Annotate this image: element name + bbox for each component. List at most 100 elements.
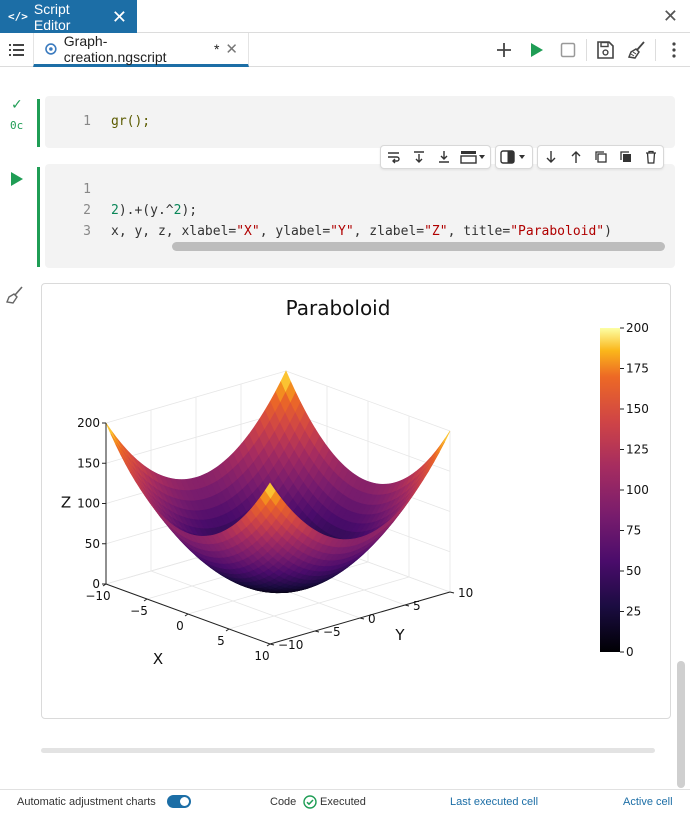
close-window-icon[interactable]: ✕ [663, 6, 678, 27]
y-tick-label: 5 [413, 599, 421, 613]
cell-output: Paraboloid −10 −5 0 5 10 −10 −5 0 5 10 0 50 100 150 20… [41, 283, 671, 719]
code-cell-2[interactable]: 1 2 2).+(y.^2); 3 x, y, z, xlabel="X", y… [45, 164, 675, 268]
code-cell-1[interactable]: 1 gr(); [45, 96, 675, 148]
x-tick [184, 613, 189, 617]
copy-cell-button[interactable] [588, 146, 613, 168]
colorbar [600, 328, 620, 652]
colorbar-tick-label: 50 [626, 564, 641, 578]
delete-cell-button[interactable] [638, 146, 663, 168]
auto-adjust-label: Automatic adjustment charts [17, 796, 156, 808]
colorbar-tick-label: 175 [626, 362, 649, 376]
y-tick [359, 617, 365, 620]
play-icon [531, 43, 543, 57]
code-icon: </> [8, 10, 28, 23]
download-button[interactable] [431, 146, 456, 168]
save-button[interactable] [589, 33, 621, 67]
clear-cell-output-icon[interactable] [5, 285, 25, 305]
kebab-menu-icon [672, 42, 676, 58]
code-line[interactable]: gr(); [111, 114, 150, 129]
x-tick [225, 628, 230, 632]
x-tick-label: 10 [254, 649, 269, 663]
colorbar-tick-label: 75 [626, 524, 641, 538]
surface-mesh [105, 370, 451, 594]
colorbar-tick-label: 25 [626, 605, 641, 619]
run-button[interactable] [520, 33, 552, 67]
editor-toolbar: Graph-creation.ngscript * ✕ [0, 33, 690, 67]
code-label: Code [270, 796, 297, 808]
executed-status: Executed [320, 796, 366, 808]
x-tick [143, 598, 148, 602]
close-tab-icon[interactable]: ✕ [112, 8, 127, 26]
vertical-scrollbar[interactable] [677, 661, 685, 788]
colorbar-tick-label: 100 [626, 483, 649, 497]
download-icon [438, 151, 449, 163]
file-tab[interactable]: Graph-creation.ngscript * ✕ [33, 33, 249, 67]
last-executed-cell-link[interactable]: Last executed cell [450, 796, 538, 808]
copy-icon [594, 151, 607, 163]
arrow-down-bar-icon [413, 151, 424, 163]
y-tick [269, 643, 275, 646]
x-tick [266, 643, 271, 647]
trash-icon [645, 150, 656, 164]
duplicate-cell-button[interactable] [613, 146, 638, 168]
add-cell-button[interactable] [488, 33, 520, 67]
surface-plot: −10−50510−10−50510050100150200XYZ 025507… [61, 321, 649, 668]
status-bar: Automatic adjustment charts Code Execute… [0, 789, 690, 813]
line-number: 1 [83, 182, 91, 197]
clear-output-button[interactable] [621, 33, 653, 67]
file-tab-label: Graph-creation.ngscript [63, 32, 167, 65]
run-below-button[interactable] [406, 146, 431, 168]
colorbar-tick-label: 200 [626, 321, 649, 335]
code-horizontal-scrollbar[interactable] [172, 242, 665, 251]
executed-check-icon [303, 795, 317, 809]
y-tick [314, 630, 320, 633]
y-tick [404, 604, 410, 607]
y-tick-label: −5 [323, 625, 341, 639]
cell-status-check-icon: ✓ [11, 96, 23, 112]
auto-adjust-toggle[interactable] [167, 795, 191, 808]
save-icon [597, 41, 614, 59]
run-cell-icon[interactable] [10, 171, 24, 187]
line-number: 2 [83, 203, 91, 218]
close-file-icon[interactable]: ✕ [225, 40, 238, 58]
cell-gutter-marker [37, 167, 40, 267]
z-tick-label: 100 [77, 497, 100, 511]
cell-layout-dropdown[interactable] [456, 146, 490, 168]
y-tick-label: 10 [458, 586, 473, 600]
colorbar-ticks: 0 25 50 75 100 125 150 175 200 [620, 321, 649, 659]
modified-indicator: * [213, 40, 220, 57]
code-line[interactable]: 2).+(y.^2); [111, 203, 197, 218]
code-line[interactable]: x, y, z, xlabel="X", ylabel="Y", zlabel=… [111, 224, 612, 239]
active-cell-link[interactable]: Active cell [623, 796, 673, 808]
theme-dropdown[interactable] [496, 146, 532, 168]
contrast-icon [500, 150, 525, 164]
wrap-icon [387, 152, 400, 164]
stop-button[interactable] [552, 33, 584, 67]
cell-execution-time: 0c [10, 119, 24, 132]
stop-icon [560, 42, 576, 58]
script-editor-tab[interactable]: </> Script Editor ✕ [0, 0, 137, 33]
move-up-button[interactable] [563, 146, 588, 168]
outline-list-icon[interactable] [8, 41, 26, 59]
cell-toolbar [380, 145, 664, 169]
y-tick-label: 0 [368, 612, 376, 626]
wrap-lines-button[interactable] [381, 146, 406, 168]
x-axis-label: X [153, 650, 163, 668]
line-number: 1 [83, 114, 91, 129]
move-down-button[interactable] [538, 146, 563, 168]
x-tick-label: 0 [176, 619, 184, 633]
title-bar: </> Script Editor ✕ ✕ [0, 0, 690, 33]
duplicate-icon [619, 151, 631, 162]
x-tick-label: −10 [85, 589, 110, 603]
broom-icon [627, 41, 645, 59]
output-horizontal-scrollbar[interactable] [41, 748, 655, 753]
x-tick-label: −5 [130, 604, 148, 618]
arrow-down-icon [546, 151, 555, 163]
y-tick-label: −10 [278, 638, 303, 652]
layout-icon [460, 151, 485, 164]
z-tick-label: 0 [92, 577, 100, 591]
colorbar-tick-label: 150 [626, 402, 649, 416]
y-axis-label: Y [394, 626, 405, 644]
z-tick-label: 200 [77, 416, 100, 430]
more-options-button[interactable] [658, 33, 690, 67]
